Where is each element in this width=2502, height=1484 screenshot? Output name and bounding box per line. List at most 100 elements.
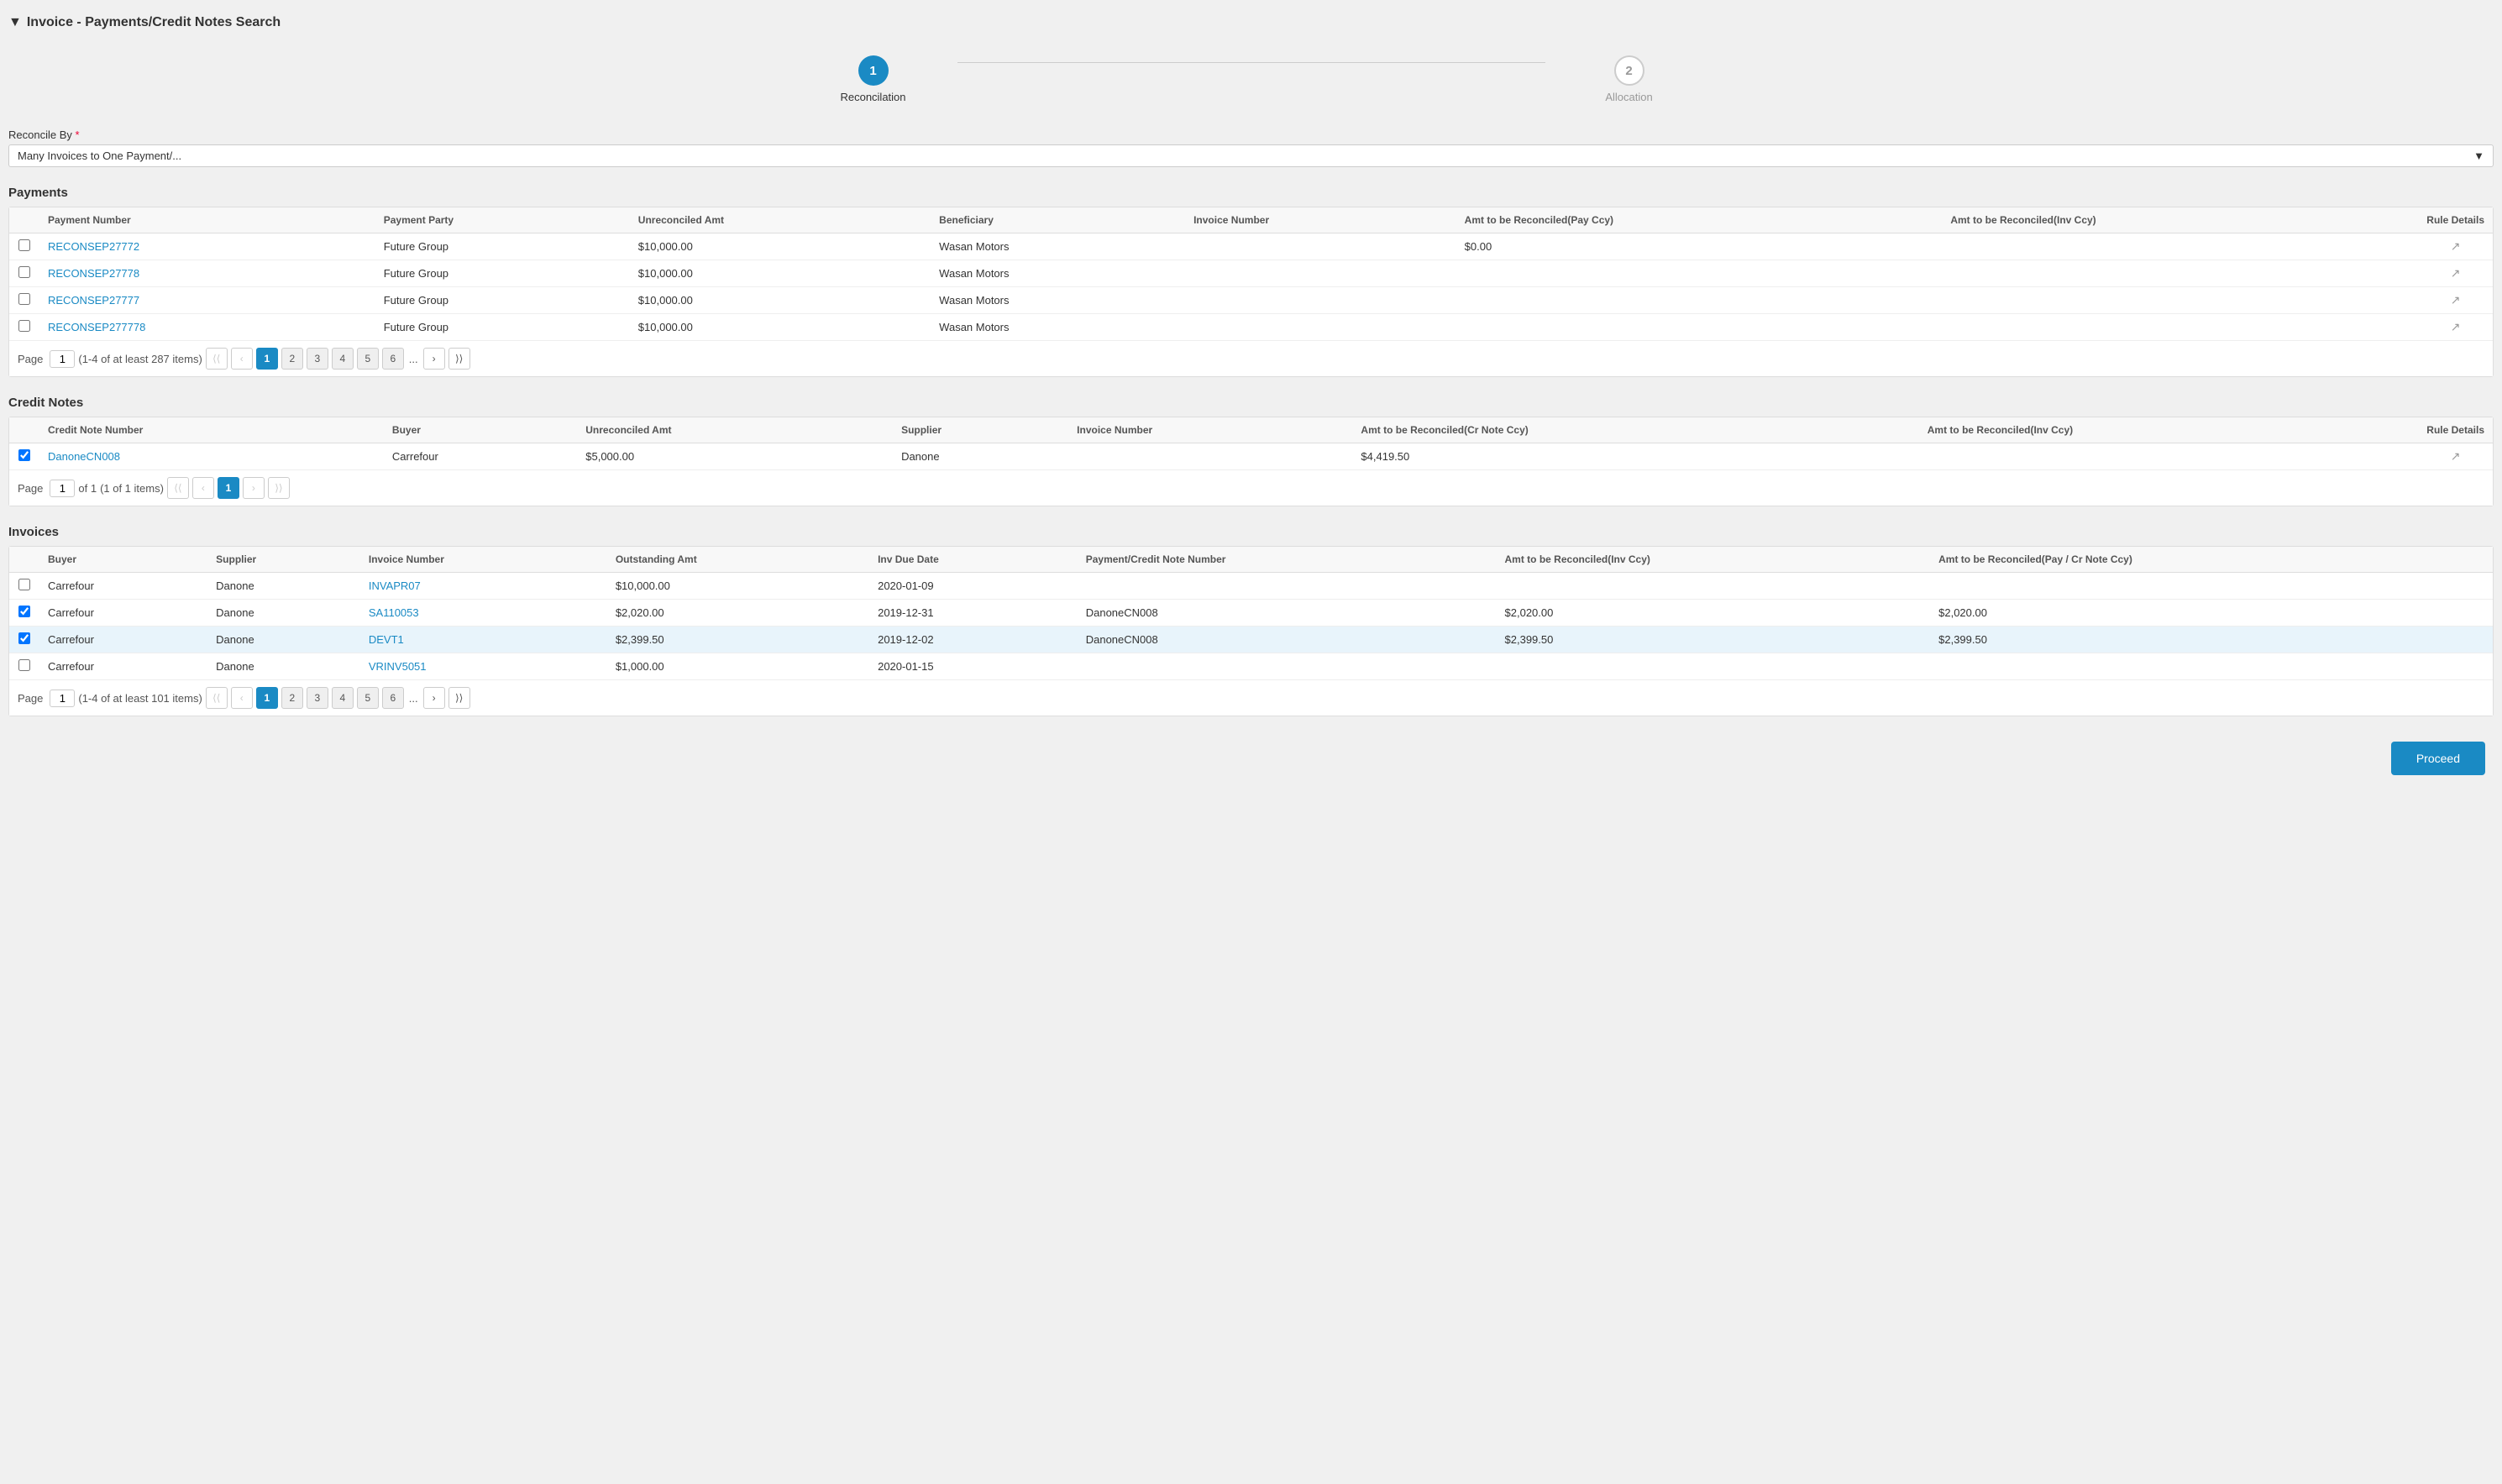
payments-row-1: RECONSEP27772 Future Group $10,000.00 Wa… — [9, 233, 2493, 260]
inv-buyer-2: Carrefour — [39, 600, 207, 627]
inv-checkbox-cell-2 — [9, 600, 39, 627]
external-link-icon[interactable]: ↗ — [2451, 449, 2461, 463]
inv-prev-btn[interactable]: ‹ — [231, 687, 253, 709]
payments-page-summary: (1-4 of at least 287 items) — [78, 353, 202, 365]
inv-page-2[interactable]: 2 — [281, 687, 303, 709]
inv-col-buyer: Buyer — [39, 547, 207, 573]
payments-rule-details-4: ↗ — [2418, 314, 2493, 341]
cn-page-input[interactable] — [50, 480, 75, 497]
cn-col-buyer: Buyer — [384, 417, 577, 443]
inv-first-btn[interactable]: ⟨⟨ — [206, 687, 228, 709]
inv-last-btn[interactable]: ⟩⟩ — [448, 687, 470, 709]
wizard-step-1: 1 Reconcilation — [789, 55, 957, 103]
payments-rule-details-2: ↗ — [2418, 260, 2493, 287]
payments-invoice-number-1 — [1185, 233, 1456, 260]
payments-number-link-2[interactable]: RECONSEP27778 — [48, 267, 139, 280]
payments-unreconciled-amt-4: $10,000.00 — [630, 314, 931, 341]
cn-number-link-1[interactable]: DanoneCN008 — [48, 450, 120, 463]
cn-unreconciled-amt-1: $5,000.00 — [577, 443, 893, 470]
title-dropdown-icon: ▼ — [8, 15, 22, 30]
payments-payment-number-3: RECONSEP27777 — [39, 287, 375, 314]
payments-checkbox-4[interactable] — [18, 320, 30, 332]
inv-page-dots: ... — [407, 692, 420, 705]
payments-page-4[interactable]: 4 — [332, 348, 354, 370]
payments-rule-details-1: ↗ — [2418, 233, 2493, 260]
payments-col-amt-inv-ccy: Amt to be Reconciled(Inv Ccy) — [1942, 207, 2418, 233]
payments-page-5[interactable]: 5 — [357, 348, 379, 370]
payments-payment-number-1: RECONSEP27772 — [39, 233, 375, 260]
payments-col-rule-details: Rule Details — [2418, 207, 2493, 233]
inv-checkbox-2[interactable] — [18, 606, 30, 617]
reconcile-by-dropdown[interactable]: Many Invoices to One Payment/... ▼ — [8, 144, 2494, 167]
inv-checkbox-3[interactable] — [18, 632, 30, 644]
payments-row-2: RECONSEP27778 Future Group $10,000.00 Wa… — [9, 260, 2493, 287]
inv-amt-pay-cr-ccy-4 — [1930, 653, 2493, 680]
cn-page-1[interactable]: 1 — [218, 477, 239, 499]
inv-amt-inv-ccy-4 — [1497, 653, 1931, 680]
inv-row-4: Carrefour Danone VRINV5051 $1,000.00 202… — [9, 653, 2493, 680]
payments-col-unreconciled-amt: Unreconciled Amt — [630, 207, 931, 233]
inv-checkbox-1[interactable] — [18, 579, 30, 590]
inv-number-link-1[interactable]: INVAPR07 — [369, 579, 421, 592]
external-link-icon[interactable]: ↗ — [2451, 320, 2461, 333]
cn-last-btn[interactable]: ⟩⟩ — [268, 477, 290, 499]
inv-pay-cr-number-3: DanoneCN008 — [1078, 627, 1497, 653]
reconcile-by-group: Reconcile By * Many Invoices to One Paym… — [8, 128, 2494, 176]
payments-checkbox-2[interactable] — [18, 266, 30, 278]
cn-first-btn[interactable]: ⟨⟨ — [167, 477, 189, 499]
inv-page-1[interactable]: 1 — [256, 687, 278, 709]
payments-last-btn[interactable]: ⟩⟩ — [448, 348, 470, 370]
payments-number-link-4[interactable]: RECONSEP277778 — [48, 321, 145, 333]
payments-next-btn[interactable]: › — [423, 348, 445, 370]
inv-next-btn[interactable]: › — [423, 687, 445, 709]
payments-page-3[interactable]: 3 — [307, 348, 328, 370]
cn-amt-inv-ccy-1 — [1919, 443, 2419, 470]
payments-header-row: Payment Number Payment Party Unreconcile… — [9, 207, 2493, 233]
inv-col-check — [9, 547, 39, 573]
cn-prev-btn[interactable]: ‹ — [192, 477, 214, 499]
payments-invoice-number-2 — [1185, 260, 1456, 287]
inv-number-link-4[interactable]: VRINV5051 — [369, 660, 427, 673]
external-link-icon[interactable]: ↗ — [2451, 266, 2461, 280]
proceed-button[interactable]: Proceed — [2391, 742, 2485, 775]
cn-checkbox-1[interactable] — [18, 449, 30, 461]
inv-checkbox-cell-1 — [9, 573, 39, 600]
credit-notes-table-container: Credit Note Number Buyer Unreconciled Am… — [8, 417, 2494, 506]
required-star: * — [76, 128, 80, 141]
payments-page-2[interactable]: 2 — [281, 348, 303, 370]
inv-page-3[interactable]: 3 — [307, 687, 328, 709]
inv-page-5[interactable]: 5 — [357, 687, 379, 709]
payments-number-link-1[interactable]: RECONSEP27772 — [48, 240, 139, 253]
payments-page-6[interactable]: 6 — [382, 348, 404, 370]
credit-notes-header-row: Credit Note Number Buyer Unreconciled Am… — [9, 417, 2493, 443]
inv-page-4[interactable]: 4 — [332, 687, 354, 709]
inv-number-link-3[interactable]: DEVT1 — [369, 633, 404, 646]
inv-due-date-1: 2020-01-09 — [869, 573, 1078, 600]
cn-page-label: Page — [18, 482, 43, 495]
inv-page-input[interactable] — [50, 690, 75, 707]
inv-due-date-3: 2019-12-02 — [869, 627, 1078, 653]
cn-next-btn[interactable]: › — [243, 477, 265, 499]
dropdown-arrow-icon: ▼ — [2473, 149, 2484, 162]
payments-beneficiary-2: Wasan Motors — [931, 260, 1185, 287]
payments-checkbox-1[interactable] — [18, 239, 30, 251]
payments-first-btn[interactable]: ⟨⟨ — [206, 348, 228, 370]
payments-amt-inv-ccy-1 — [1942, 233, 2418, 260]
external-link-icon[interactable]: ↗ — [2451, 293, 2461, 307]
cn-rule-details-1: ↗ — [2418, 443, 2493, 470]
external-link-icon[interactable]: ↗ — [2451, 239, 2461, 253]
payments-number-link-3[interactable]: RECONSEP27777 — [48, 294, 139, 307]
payments-checkbox-3[interactable] — [18, 293, 30, 305]
inv-checkbox-4[interactable] — [18, 659, 30, 671]
invoices-header-row: Buyer Supplier Invoice Number Outstandin… — [9, 547, 2493, 573]
payments-page-1[interactable]: 1 — [256, 348, 278, 370]
payments-table: Payment Number Payment Party Unreconcile… — [9, 207, 2493, 340]
credit-notes-pagination: Page of 1 (1 of 1 items) ⟨⟨ ‹ 1 › ⟩⟩ — [9, 469, 2493, 506]
payments-prev-btn[interactable]: ‹ — [231, 348, 253, 370]
cn-of-label: of 1 — [78, 482, 97, 495]
inv-col-amt-inv-ccy: Amt to be Reconciled(Inv Ccy) — [1497, 547, 1931, 573]
payments-page-input[interactable] — [50, 350, 75, 368]
inv-number-link-2[interactable]: SA110053 — [369, 606, 419, 619]
invoices-pagination: Page (1-4 of at least 101 items) ⟨⟨ ‹ 1 … — [9, 679, 2493, 716]
inv-page-6[interactable]: 6 — [382, 687, 404, 709]
